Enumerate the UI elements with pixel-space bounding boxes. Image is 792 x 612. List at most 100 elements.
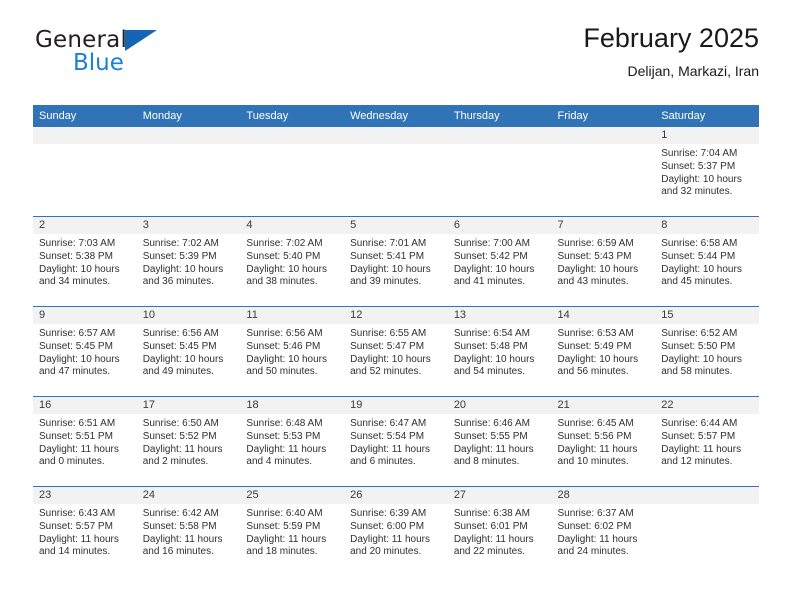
brand-logo[interactable]: General Blue [35, 26, 255, 75]
day-daylight2-text: and 45 minutes. [661, 276, 733, 288]
day-daylight1-text: Daylight: 11 hours [557, 533, 638, 545]
calendar-day-cell[interactable]: 24 Sunrise: 6:42 AM Sunset: 5:58 PM Dayligh… [136, 486, 241, 576]
day-sunrise-text: Sunrise: 7:02 AM [246, 238, 323, 249]
day-details: Sunrise: 6:44 AM Sunset: 5:57 PM Daylight:… [655, 414, 759, 469]
day-number: 28 [551, 487, 656, 504]
day-daylight2-text: and 36 minutes. [142, 276, 214, 288]
calendar-day-cell[interactable]: 11 Sunrise: 6:56 AM Sunset: 5:46 PM Dayligh… [240, 306, 345, 397]
day-sunset-text: Sunset: 6:00 PM [350, 520, 425, 532]
calendar-day-cell[interactable]: 2 Sunrise: 7:03 AM Sunset: 5:38 PM Daylight… [33, 216, 137, 307]
title-block: February 2025 Delijan, Markazi, Iran [583, 22, 759, 81]
calendar-day-cell[interactable]: 26 Sunrise: 6:39 AM Sunset: 6:00 PM Dayligh… [344, 486, 448, 576]
calendar-day-cell[interactable]: 9 Sunrise: 6:57 AM Sunset: 5:45 PM Daylight… [33, 306, 137, 397]
day-daylight2-text: and 58 minutes. [661, 366, 733, 378]
calendar-day-cell[interactable]: 15 Sunrise: 6:52 AM Sunset: 5:50 PM Dayligh… [655, 306, 759, 397]
calendar-day-cell[interactable]: 8 Sunrise: 6:58 AM Sunset: 5:44 PM Daylight… [655, 216, 759, 307]
day-sunset-text: Sunset: 5:48 PM [453, 340, 528, 352]
day-daylight1-text: Daylight: 10 hours [142, 353, 224, 365]
day-details: Sunrise: 6:59 AM Sunset: 5:43 PM Daylight:… [552, 234, 656, 289]
day-sunrise-text: Sunrise: 6:53 AM [557, 328, 634, 339]
day-details: Sunrise: 6:55 AM Sunset: 5:47 PM Daylight:… [344, 324, 448, 379]
day-cell-inner: 22 Sunrise: 6:44 AM Sunset: 5:57 PM Dayligh… [655, 397, 759, 486]
day-cell-inner: 12 Sunrise: 6:55 AM Sunset: 5:47 PM Dayligh… [344, 307, 448, 396]
calendar-day-cell[interactable]: 6 Sunrise: 7:00 AM Sunset: 5:42 PM Daylight… [447, 216, 552, 307]
day-sunset-text: Sunset: 5:59 PM [246, 520, 321, 532]
calendar-week-row: 16 Sunrise: 6:51 AM Sunset: 5:51 PM Dayligh… [33, 396, 759, 487]
weekday-header-saturday: Saturday [655, 105, 759, 127]
day-number: 25 [240, 487, 345, 504]
day-daylight2-text: and 47 minutes. [39, 366, 111, 378]
calendar-day-cell[interactable]: 19 Sunrise: 6:47 AM Sunset: 5:54 PM Dayligh… [344, 396, 448, 487]
day-number: 16 [33, 397, 137, 414]
day-sunset-text: Sunset: 6:01 PM [453, 520, 528, 532]
day-sunrise-text: Sunrise: 6:39 AM [350, 508, 427, 519]
day-daylight1-text: Daylight: 11 hours [142, 533, 223, 545]
calendar-day-cell[interactable]: 10 Sunrise: 6:56 AM Sunset: 5:45 PM Dayligh… [136, 306, 241, 397]
calendar-day-cell[interactable]: 17 Sunrise: 6:50 AM Sunset: 5:52 PM Dayligh… [136, 396, 241, 487]
calendar-day-cell[interactable]: 20 Sunrise: 6:46 AM Sunset: 5:55 PM Dayligh… [447, 396, 552, 487]
calendar-day-cell[interactable]: 22 Sunrise: 6:44 AM Sunset: 5:57 PM Dayligh… [655, 396, 759, 487]
day-daylight2-text: and 43 minutes. [557, 276, 629, 288]
calendar-day-cell[interactable]: 18 Sunrise: 6:48 AM Sunset: 5:53 PM Dayligh… [240, 396, 345, 487]
weekday-header-row: Sunday Monday Tuesday Wednesday Thursday… [33, 105, 759, 127]
calendar-day-cell[interactable]: 25 Sunrise: 6:40 AM Sunset: 5:59 PM Dayligh… [240, 486, 345, 576]
calendar-day-cell[interactable]: 16 Sunrise: 6:51 AM Sunset: 5:51 PM Dayligh… [33, 396, 137, 487]
day-number [344, 127, 448, 144]
calendar-day-cell-empty [344, 127, 448, 217]
weekday-header-sunday: Sunday [33, 105, 137, 127]
day-cell-inner: 1 Sunrise: 7:04 AM Sunset: 5:37 PM Daylight… [655, 127, 759, 216]
day-sunrise-text: Sunrise: 6:42 AM [142, 508, 219, 519]
weekday-header-thursday: Thursday [447, 105, 552, 127]
day-sunset-text: Sunset: 5:45 PM [39, 340, 113, 352]
day-daylight1-text: Daylight: 10 hours [142, 263, 224, 275]
day-number: 26 [344, 487, 448, 504]
calendar-day-cell[interactable]: 3 Sunrise: 7:02 AM Sunset: 5:39 PM Daylight… [136, 216, 241, 307]
day-details: Sunrise: 6:57 AM Sunset: 5:45 PM Daylight:… [33, 324, 137, 379]
day-sunset-text: Sunset: 5:58 PM [142, 520, 217, 532]
day-daylight2-text: and 16 minutes. [142, 546, 214, 558]
day-sunset-text: Sunset: 5:57 PM [661, 430, 736, 442]
day-sunrise-text: Sunrise: 6:55 AM [350, 328, 427, 339]
day-sunrise-text: Sunrise: 6:56 AM [142, 328, 219, 339]
calendar-day-cell[interactable]: 7 Sunrise: 6:59 AM Sunset: 5:43 PM Daylight… [551, 216, 656, 307]
day-cell-inner: 14 Sunrise: 6:53 AM Sunset: 5:49 PM Dayligh… [551, 307, 656, 396]
day-details: Sunrise: 7:02 AM Sunset: 5:39 PM Daylight:… [137, 234, 241, 289]
day-daylight1-text: Daylight: 11 hours [246, 443, 327, 455]
day-sunrise-text: Sunrise: 6:57 AM [39, 328, 116, 339]
day-number: 7 [551, 217, 656, 234]
day-sunrise-text: Sunrise: 7:03 AM [39, 238, 116, 249]
calendar-day-cell[interactable]: 28 Sunrise: 6:37 AM Sunset: 6:02 PM Dayligh… [551, 486, 656, 576]
day-daylight1-text: Daylight: 11 hours [453, 443, 534, 455]
calendar-day-cell[interactable]: 1 Sunrise: 7:04 AM Sunset: 5:37 PM Daylight… [655, 127, 759, 217]
day-details: Sunrise: 6:43 AM Sunset: 5:57 PM Daylight:… [33, 504, 137, 559]
day-cell-inner: 8 Sunrise: 6:58 AM Sunset: 5:44 PM Daylight… [655, 217, 759, 306]
calendar-day-cell-empty [240, 127, 345, 217]
calendar-week-row: 2 Sunrise: 7:03 AM Sunset: 5:38 PM Daylight… [33, 216, 759, 307]
calendar-day-cell[interactable]: 13 Sunrise: 6:54 AM Sunset: 5:48 PM Dayligh… [447, 306, 552, 397]
day-number: 8 [655, 217, 759, 234]
calendar-day-cell[interactable]: 23 Sunrise: 6:43 AM Sunset: 5:57 PM Dayligh… [33, 486, 137, 576]
day-details: Sunrise: 6:52 AM Sunset: 5:50 PM Daylight:… [655, 324, 759, 379]
calendar-day-cell[interactable]: 12 Sunrise: 6:55 AM Sunset: 5:47 PM Dayligh… [344, 306, 448, 397]
calendar-day-cell[interactable]: 27 Sunrise: 6:38 AM Sunset: 6:01 PM Dayligh… [447, 486, 552, 576]
day-cell-inner [551, 127, 656, 216]
day-cell-inner [33, 127, 137, 216]
day-details: Sunrise: 6:42 AM Sunset: 5:58 PM Daylight:… [137, 504, 241, 559]
day-sunrise-text: Sunrise: 6:40 AM [246, 508, 323, 519]
calendar-day-cell[interactable]: 21 Sunrise: 6:45 AM Sunset: 5:56 PM Dayligh… [551, 396, 656, 487]
day-daylight2-text: and 38 minutes. [246, 276, 318, 288]
day-details: Sunrise: 6:39 AM Sunset: 6:00 PM Daylight:… [344, 504, 448, 559]
day-sunset-text: Sunset: 5:41 PM [350, 250, 425, 262]
calendar-day-cell[interactable]: 14 Sunrise: 6:53 AM Sunset: 5:49 PM Dayligh… [551, 306, 656, 397]
calendar-day-cell[interactable]: 5 Sunrise: 7:01 AM Sunset: 5:41 PM Daylight… [344, 216, 448, 307]
day-cell-inner: 5 Sunrise: 7:01 AM Sunset: 5:41 PM Daylight… [344, 217, 448, 306]
calendar-day-cell-empty [447, 127, 552, 217]
day-cell-inner: 20 Sunrise: 6:46 AM Sunset: 5:55 PM Dayligh… [447, 397, 552, 486]
day-details: Sunrise: 6:54 AM Sunset: 5:48 PM Daylight:… [448, 324, 552, 379]
day-number: 5 [344, 217, 448, 234]
weekday-header-wednesday: Wednesday [344, 105, 448, 127]
day-daylight2-text: and 8 minutes. [453, 456, 520, 468]
day-number: 4 [240, 217, 345, 234]
calendar-day-cell[interactable]: 4 Sunrise: 7:02 AM Sunset: 5:40 PM Daylight… [240, 216, 345, 307]
day-daylight2-text: and 14 minutes. [39, 546, 111, 558]
